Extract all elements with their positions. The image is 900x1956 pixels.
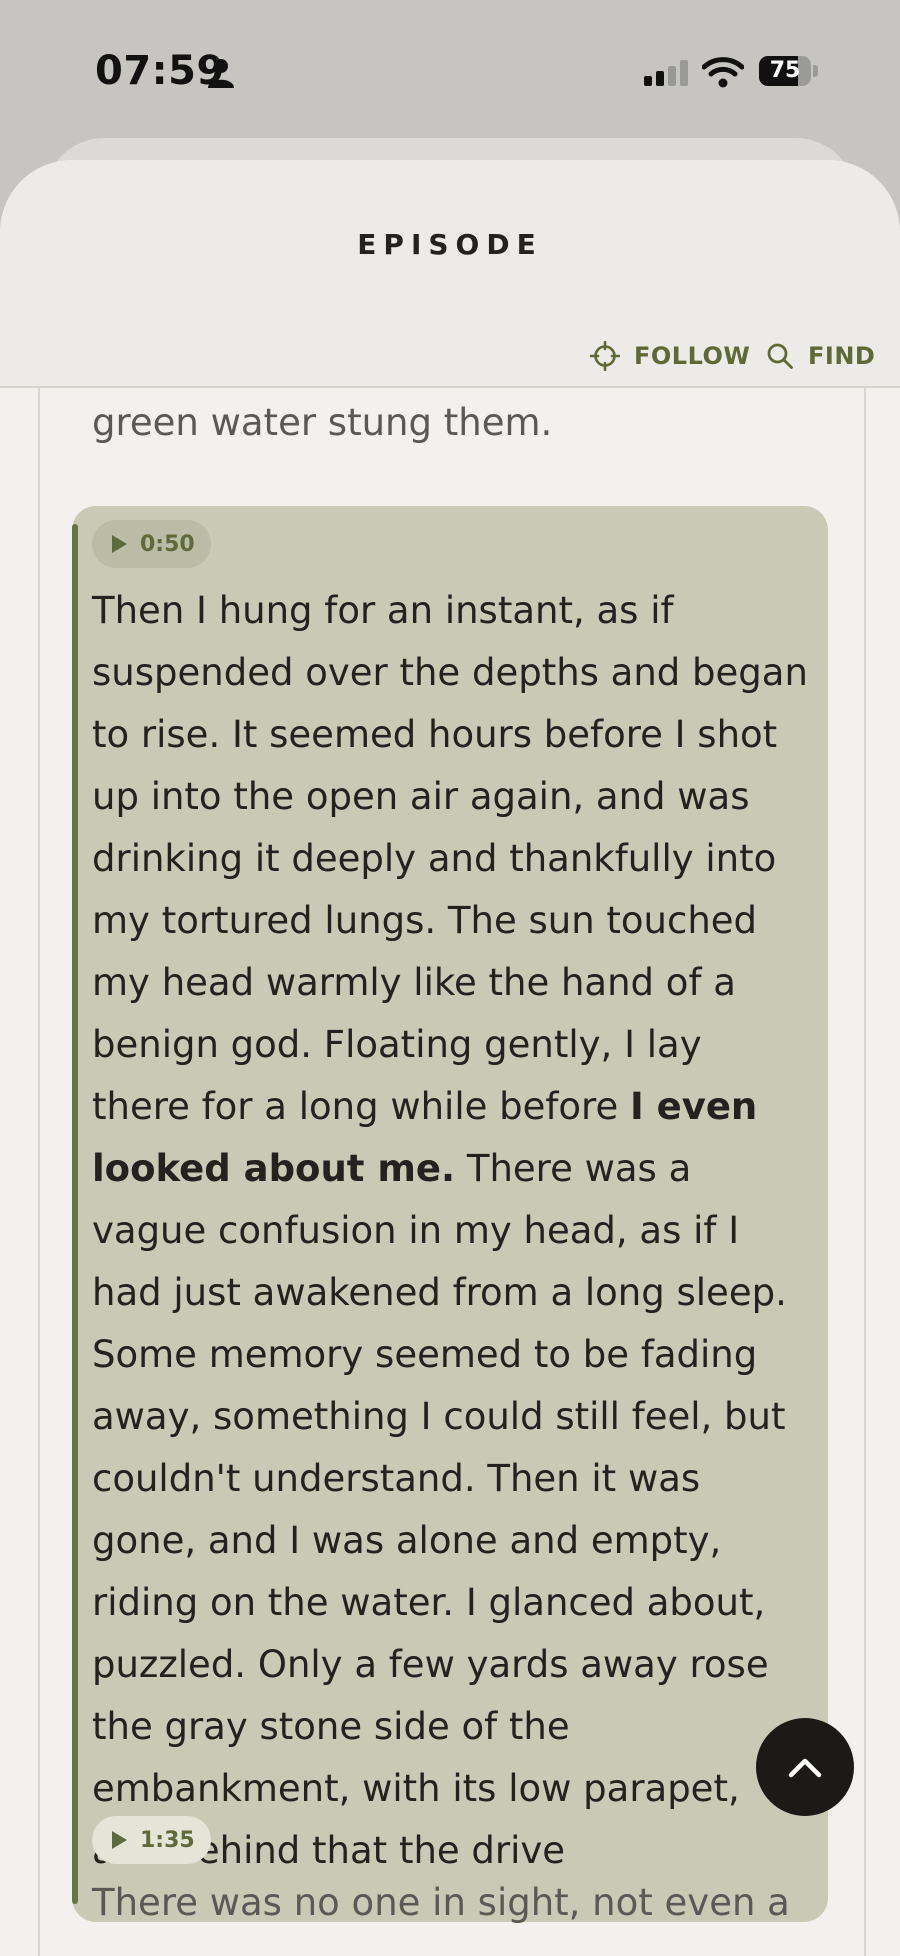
scroll-to-top-button[interactable] — [756, 1718, 854, 1816]
battery-icon: 75 — [759, 56, 819, 88]
timestamp-label: 1:35 — [140, 1827, 195, 1853]
play-icon — [112, 1831, 127, 1849]
active-paragraph-indicator — [72, 524, 78, 1904]
find-label: FIND — [808, 342, 876, 370]
timestamp-chip-active[interactable]: 0:50 — [92, 520, 211, 568]
transcript-paragraph-previous[interactable]: green water stung them. — [92, 392, 808, 454]
cellular-signal-icon — [644, 60, 688, 86]
battery-percentage: 75 — [769, 58, 801, 83]
timestamp-chip-next[interactable]: 1:35 — [92, 1816, 211, 1864]
follow-button[interactable]: FOLLOW — [590, 336, 750, 376]
crosshair-icon — [590, 341, 620, 371]
find-button[interactable]: FIND — [766, 336, 875, 376]
follow-label: FOLLOW — [634, 342, 751, 370]
page-title: EPISODE — [357, 228, 543, 261]
search-icon — [767, 343, 793, 369]
timestamp-label: 0:50 — [140, 531, 195, 557]
chevron-up-icon — [788, 1758, 822, 1778]
sheet-header: EPISODE FOLLOW FIND — [0, 160, 900, 388]
play-icon — [112, 535, 127, 553]
active-text-after: There was a vague confusion in my head, … — [92, 1147, 787, 1872]
active-text-before: Then I hung for an instant, as if suspen… — [92, 589, 808, 1128]
status-bar: 07:59 75 — [0, 0, 900, 140]
transcript-paragraph-next[interactable]: There was no one in sight, not even a — [92, 1872, 808, 1934]
episode-sheet: EPISODE FOLLOW FIND green water stung th… — [0, 160, 900, 1956]
wifi-icon — [702, 57, 744, 88]
transcript-paragraph-active[interactable]: Then I hung for an instant, as if suspen… — [92, 580, 808, 1882]
person-icon — [208, 59, 234, 88]
